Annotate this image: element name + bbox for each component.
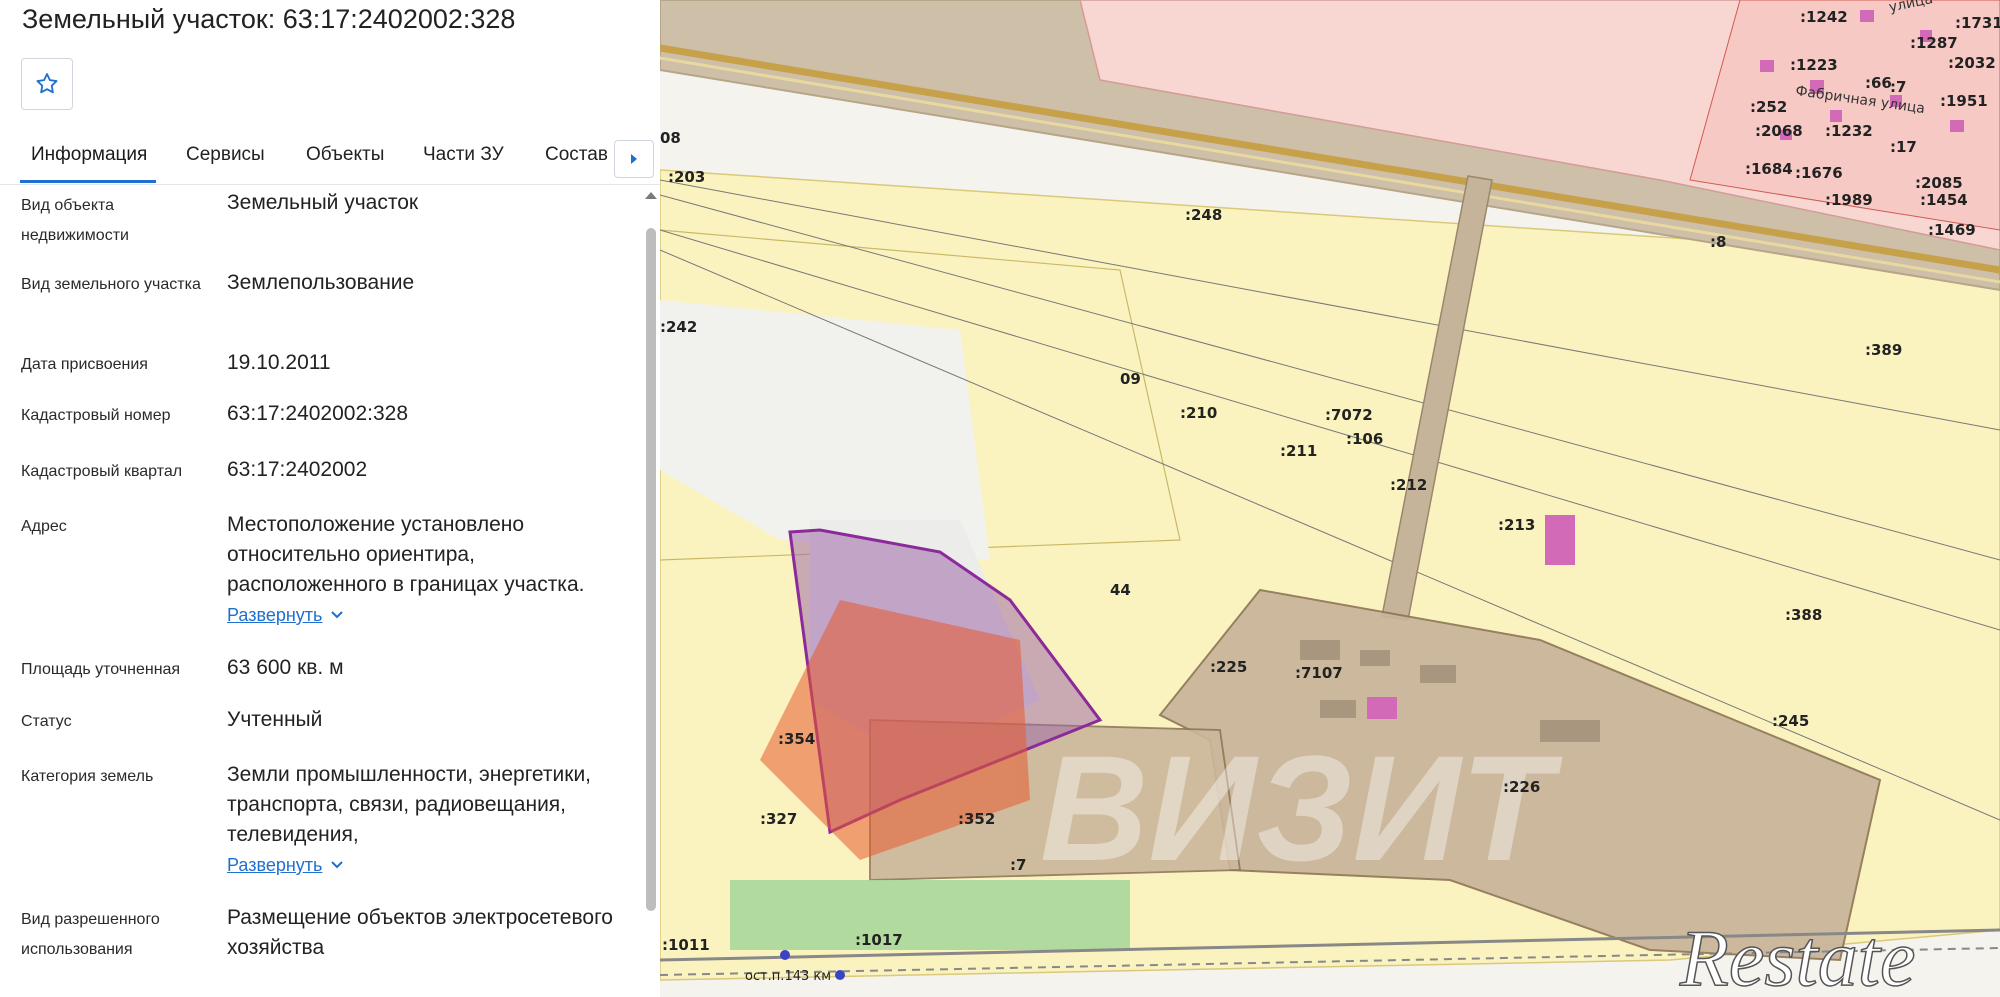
- parcel-label: :1011: [662, 936, 710, 954]
- address-text: Местоположение установлено относительно …: [227, 513, 585, 596]
- field-value-cadastral-quarter: 63:17:2402002: [227, 458, 368, 481]
- scrollbar-thumb[interactable]: [646, 228, 656, 911]
- parcel-label: :203: [668, 168, 705, 186]
- page-title: Земельный участок: 63:17:2402002:328: [22, 4, 516, 34]
- parcel-label: :7107: [1295, 664, 1343, 682]
- star-outline-icon: [36, 73, 58, 94]
- parcel-label: :1454: [1920, 191, 1968, 209]
- parcel-label: :1017: [855, 931, 903, 949]
- parcel-label: :389: [1865, 341, 1902, 359]
- address-expand-link[interactable]: Развернуть: [227, 600, 322, 630]
- tab-parts[interactable]: Части ЗУ: [423, 144, 504, 166]
- field-value-land-category: Земли промышленности, энергетики, трансп…: [227, 760, 627, 880]
- active-tab-indicator: [20, 180, 156, 183]
- chevron-down-icon: [331, 861, 344, 869]
- info-panel: Земельный участок: 63:17:2402002:328 Инф…: [0, 0, 660, 997]
- tabs-scroll-right-button[interactable]: [614, 140, 654, 178]
- parcel-label: :213: [1498, 516, 1535, 534]
- parcel-label: :2068: [1755, 122, 1803, 140]
- tab-composition[interactable]: Состав: [545, 144, 608, 166]
- parcel-label: 09: [1120, 370, 1141, 388]
- field-value-status: Учтенный: [227, 708, 323, 731]
- chevron-down-icon: [331, 611, 344, 619]
- parcel-label: :248: [1185, 206, 1222, 224]
- parcel-label: :245: [1772, 712, 1809, 730]
- field-label-status: Статус: [21, 713, 72, 730]
- parcel-label: :252: [1750, 98, 1787, 116]
- parcel-label: :7072: [1325, 406, 1373, 424]
- parcel-label: 08: [660, 129, 681, 147]
- land-category-expand-link[interactable]: Развернуть: [227, 850, 322, 880]
- parcel-label: :7: [1890, 78, 1906, 96]
- field-label-permitted-use: Вид разрешенного использования: [21, 911, 160, 958]
- parcel-label: :7: [1010, 856, 1026, 874]
- parcel-label: :1731: [1955, 14, 2000, 32]
- field-value-parcel-type: Землепользование: [227, 271, 415, 294]
- tab-objects[interactable]: Объекты: [306, 144, 384, 166]
- parcel-label: :225: [1210, 658, 1247, 676]
- parcel-label: :2032: [1948, 54, 1996, 72]
- parcel-label: :1242: [1800, 8, 1848, 26]
- parcel-label: :242: [660, 318, 697, 336]
- parcel-label: :1676: [1795, 164, 1843, 182]
- parcel-label: :66: [1865, 74, 1892, 92]
- parcel-label: :1684: [1745, 160, 1793, 178]
- field-value-area: 63 600 кв. м: [227, 656, 344, 679]
- field-value-permitted-use: Размещение объектов электросетевого хозя…: [227, 906, 613, 959]
- tab-information[interactable]: Информация: [31, 144, 147, 166]
- scroll-up-arrow[interactable]: [645, 192, 657, 199]
- caret-right-icon: [631, 154, 637, 164]
- map-canvas[interactable]: ВИЗИТ Restate :1242 :1731 :1287 :2032 :1223:…: [660, 0, 2000, 997]
- parcel-label: :388: [1785, 606, 1822, 624]
- watermark-brand-text: ВИЗИТ: [1040, 724, 1563, 892]
- land-category-text: Земли промышленности, энергетики, трансп…: [227, 763, 592, 846]
- field-label-area: Площадь уточненная: [21, 661, 181, 678]
- parcel-label: :1989: [1825, 191, 1873, 209]
- parcel-label: :327: [760, 810, 797, 828]
- field-label-object-type: Вид объекта недвижимости: [21, 197, 129, 244]
- field-label-parcel-type: Вид земельного участка: [21, 276, 201, 293]
- watermark-restate-text: Restate: [1679, 915, 1915, 997]
- parcel-label: :226: [1503, 778, 1540, 796]
- parcel-label: :2085: [1915, 174, 1963, 192]
- parcel-label: :1223: [1790, 56, 1838, 74]
- parcel-label: :17: [1890, 138, 1917, 156]
- stop-label: ост.п.143 км: [745, 969, 831, 984]
- field-value-cadastral-number: 63:17:2402002:328: [227, 402, 409, 425]
- field-label-cadastral-number: Кадастровый номер: [21, 407, 171, 424]
- field-label-address: Адрес: [21, 518, 67, 535]
- parcel-label: :1951: [1940, 92, 1988, 110]
- field-label-land-category: Категория земель: [21, 768, 154, 785]
- field-label-assigned-date: Дата присвоения: [21, 356, 148, 373]
- parcel-label: :1287: [1910, 34, 1958, 52]
- parcel-label: :8: [1710, 233, 1726, 251]
- parcel-label: :352: [958, 810, 995, 828]
- parcel-label: :354: [778, 730, 815, 748]
- address-expand[interactable]: Развернуть: [227, 600, 627, 630]
- parcel-label: :212: [1390, 476, 1427, 494]
- parcel-label: :106: [1346, 430, 1383, 448]
- favorite-button[interactable]: [21, 58, 73, 110]
- tab-bar: Информация Сервисы Объекты Части ЗУ Сост…: [0, 140, 660, 185]
- parcel-label: :211: [1280, 442, 1317, 460]
- land-category-expand[interactable]: Развернуть: [227, 850, 627, 880]
- parcel-label: :1232: [1825, 122, 1873, 140]
- field-label-cadastral-quarter: Кадастровый квартал: [21, 463, 183, 480]
- tab-services[interactable]: Сервисы: [186, 144, 265, 166]
- parcel-label: :210: [1180, 404, 1217, 422]
- field-value-assigned-date: 19.10.2011: [227, 351, 331, 374]
- cadastral-map[interactable]: ВИЗИТ Restate :1242 :1731 :1287 :2032 :1223:…: [660, 0, 2000, 997]
- parcel-label: :1469: [1928, 221, 1976, 239]
- field-value-object-type: Земельный участок: [227, 191, 419, 214]
- field-value-address: Местоположение установлено относительно …: [227, 510, 627, 630]
- parcel-label: 44: [1110, 581, 1131, 599]
